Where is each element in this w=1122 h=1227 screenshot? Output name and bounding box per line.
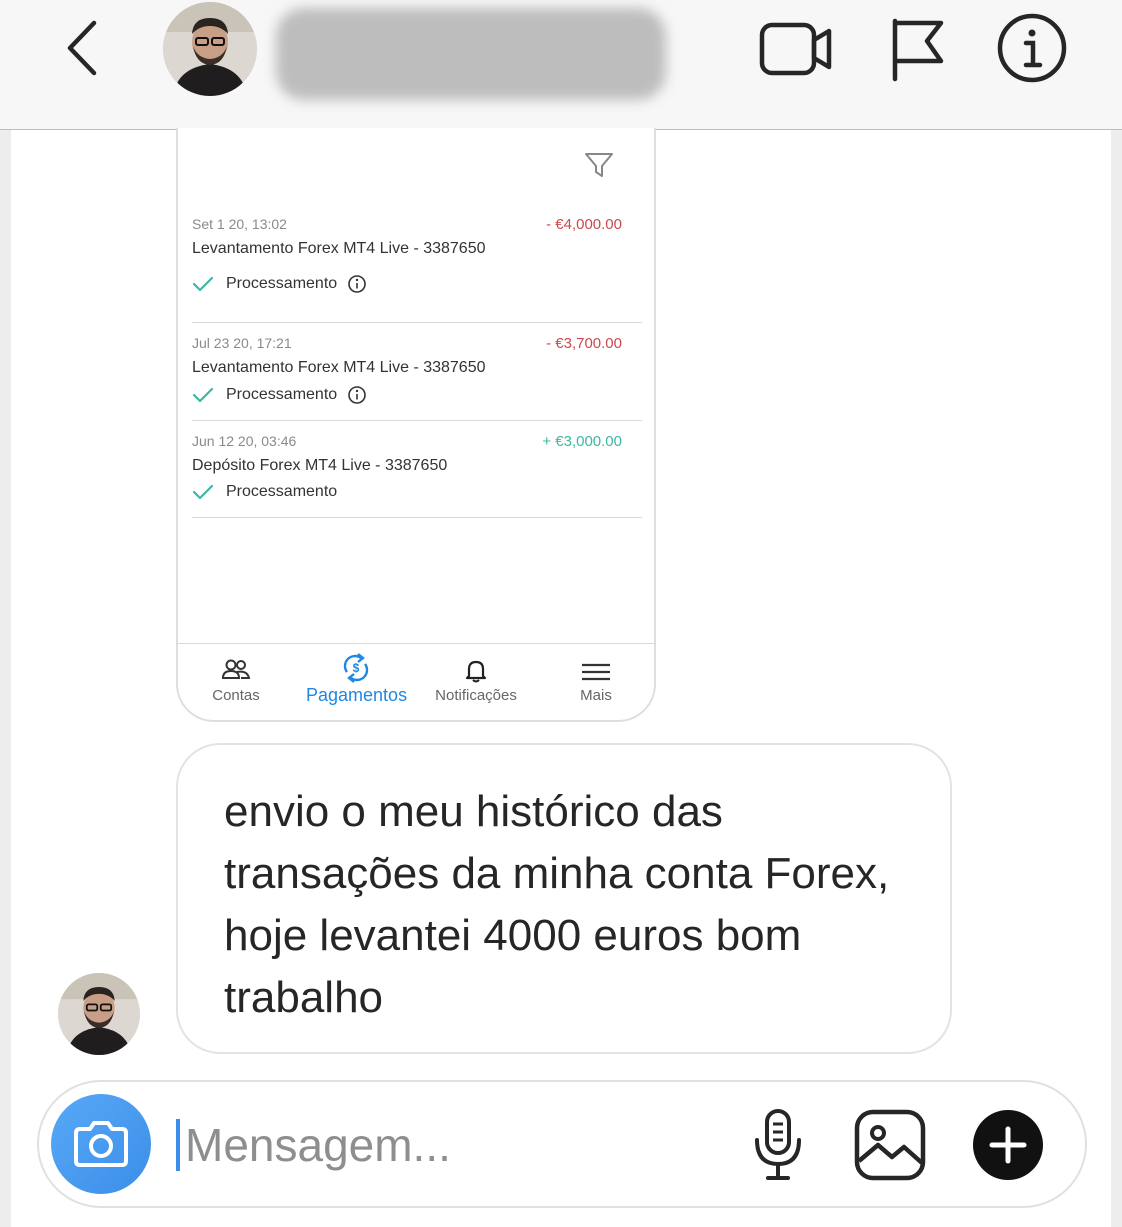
tab-label: Mais [580, 687, 612, 704]
transaction-date: Jul 23 20, 17:21 [192, 335, 292, 351]
text-caret [176, 1119, 180, 1171]
contact-name-redacted [276, 8, 666, 100]
contact-avatar[interactable] [163, 2, 257, 96]
status-label: Processamento [226, 483, 338, 500]
gallery-button[interactable] [853, 1108, 927, 1182]
voice-message-button[interactable] [747, 1106, 809, 1184]
tab-label: Pagamentos [306, 685, 408, 705]
video-call-button[interactable] [756, 18, 836, 80]
camera-icon [74, 1121, 128, 1167]
status-label: Processamento [226, 386, 338, 403]
transaction-title: Levantamento Forex MT4 Live - 3387650 [192, 240, 486, 257]
person-avatar-icon [163, 2, 257, 96]
transaction-status: Processamento [192, 274, 367, 294]
microphone-icon [755, 1109, 801, 1180]
tab-notificacoes: Notificações [426, 644, 526, 720]
users-icon [221, 659, 251, 679]
tab-mais: Mais [546, 644, 646, 720]
person-avatar-icon [58, 973, 140, 1055]
sender-avatar[interactable] [58, 973, 140, 1055]
video-camera-icon [759, 22, 832, 76]
image-icon [854, 1109, 926, 1181]
info-circle-icon [997, 13, 1067, 83]
message-text: envio o meu histórico das transações da … [224, 787, 890, 1022]
tab-contas: Contas [186, 644, 286, 720]
row-divider [192, 517, 642, 518]
transaction-title: Depósito Forex MT4 Live - 3387650 [192, 457, 448, 474]
chevron-left-icon [67, 20, 97, 76]
info-icon [348, 275, 366, 293]
checkmark-icon [192, 387, 214, 403]
transaction-amount: + €3,000.00 [542, 433, 622, 450]
tab-pagamentos: $ Pagamentos [306, 644, 408, 720]
app-tab-bar: Contas $ Pagamentos Notificações Mais [178, 643, 654, 720]
back-button[interactable] [58, 18, 106, 78]
checkmark-icon [192, 484, 214, 500]
transaction-title: Levantamento Forex MT4 Live - 3387650 [192, 359, 486, 376]
shared-screenshot[interactable]: Set 1 20, 13:02 - €4,000.00 Levantamento… [176, 128, 656, 722]
svg-text:$: $ [353, 661, 360, 675]
camera-button[interactable] [51, 1094, 151, 1194]
status-label: Processamento [226, 275, 338, 292]
message-input[interactable] [185, 1112, 725, 1178]
transaction-row: Jun 12 20, 03:46 + €3,000.00 Depósito Fo… [192, 433, 642, 523]
chat-header [0, 0, 1122, 130]
message-composer [37, 1080, 1087, 1208]
message-bubble[interactable]: envio o meu histórico das transações da … [176, 743, 952, 1054]
transaction-date: Jun 12 20, 03:46 [192, 433, 297, 449]
row-divider [192, 420, 642, 421]
plus-circle-icon [973, 1110, 1043, 1180]
bell-icon [465, 660, 487, 683]
more-options-button[interactable] [971, 1108, 1045, 1182]
info-button[interactable] [996, 12, 1068, 84]
transaction-status: Processamento [192, 385, 367, 405]
checkmark-icon [192, 276, 214, 292]
transaction-row: Set 1 20, 13:02 - €4,000.00 Levantamento… [192, 216, 642, 326]
tab-label: Notificações [435, 687, 517, 704]
flag-icon [892, 18, 944, 82]
filter-icon [585, 153, 613, 177]
report-button[interactable] [884, 16, 948, 84]
info-icon [348, 386, 366, 404]
row-divider [192, 322, 642, 323]
transaction-amount: - €4,000.00 [546, 216, 622, 233]
transaction-status: Processamento [192, 483, 337, 501]
transaction-date: Set 1 20, 13:02 [192, 216, 287, 232]
transaction-row: Jul 23 20, 17:21 - €3,700.00 Levantament… [192, 335, 642, 425]
tab-label: Contas [212, 687, 260, 704]
payments-icon: $ [343, 653, 369, 683]
menu-icon [582, 663, 610, 681]
filter-button [584, 150, 614, 185]
transaction-amount: - €3,700.00 [546, 335, 622, 352]
